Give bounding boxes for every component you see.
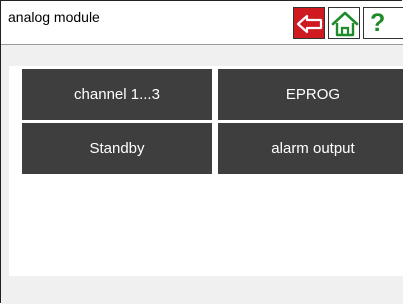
channel-button-label: channel 1...3 xyxy=(74,86,160,103)
standby-button-label: Standby xyxy=(89,140,145,157)
page-title: analog module xyxy=(8,9,100,25)
channel-button[interactable]: channel 1...3 xyxy=(22,69,212,120)
menu-panel: channel 1...3 EPROG Standby alarm output xyxy=(9,66,403,276)
help-icon: ? xyxy=(370,9,386,37)
eprog-button-label: EPROG xyxy=(285,86,341,103)
standby-button[interactable]: Standby xyxy=(22,123,212,174)
help-button[interactable]: ? xyxy=(363,7,403,39)
home-icon xyxy=(331,11,359,37)
back-arrow-icon xyxy=(296,14,323,34)
alarm-output-button[interactable]: alarm output xyxy=(218,123,403,174)
back-button[interactable] xyxy=(293,7,325,39)
header-bar: analog module ? xyxy=(1,1,403,44)
content-area: channel 1...3 EPROG Standby alarm output xyxy=(1,45,403,304)
alarm-output-button-label: alarm output xyxy=(271,140,355,157)
eprog-button[interactable]: EPROG xyxy=(218,69,403,120)
home-button[interactable] xyxy=(328,7,360,39)
